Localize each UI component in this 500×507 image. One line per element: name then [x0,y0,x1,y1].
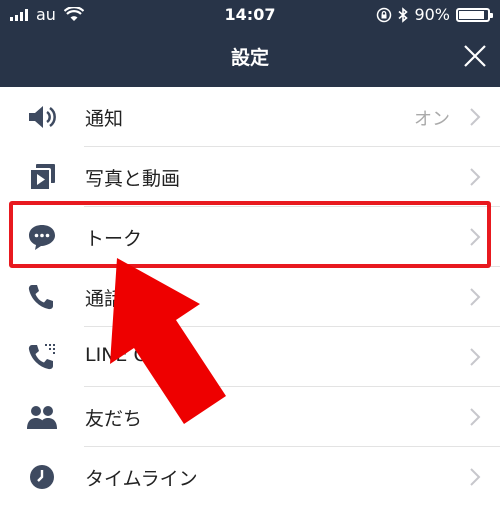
speaker-icon [29,106,56,128]
rotation-lock-icon [377,7,392,22]
clock-icon [30,465,54,489]
chevron-right-icon [470,108,481,126]
chevron-right-icon [470,288,481,306]
chevron-right-icon [470,348,481,366]
settings-item-notifications[interactable]: 通知 オン [0,87,500,147]
settings-item-timeline[interactable]: タイムライン [0,447,500,507]
settings-item-label: 写真と動画 [85,168,181,190]
photo-video-icon [29,164,55,191]
highlight-box [9,201,491,268]
phone-icon [28,285,53,310]
bluetooth-icon [398,6,409,23]
battery-icon [456,7,493,22]
battery-percent: 90% [414,5,450,24]
page-title: 設定 [230,47,269,69]
chevron-right-icon [470,168,481,186]
settings-item-label: LINE Out [85,344,168,366]
phone-out-icon [28,344,55,370]
chevron-right-icon [470,408,481,426]
settings-item-photos-videos[interactable]: 写真と動画 [0,147,500,207]
settings-item-calls[interactable]: 通話 [0,267,500,327]
settings-item-label: 友だち [85,408,143,430]
status-bar: au 14:07 90% [0,0,500,28]
app-header: au 14:07 90% 設定 [0,0,500,87]
friends-icon [27,406,57,429]
settings-item-line-out[interactable]: LINE Out [0,327,500,387]
settings-item-label: 通知 [85,108,124,130]
settings-item-label: タイムライン [85,468,198,490]
settings-item-label: 通話 [85,288,124,310]
chevron-right-icon [470,468,481,486]
close-icon[interactable] [460,41,490,71]
settings-item-value: オン [414,109,450,130]
settings-item-friends[interactable]: 友だち [0,387,500,447]
status-right: 90% [376,5,493,24]
